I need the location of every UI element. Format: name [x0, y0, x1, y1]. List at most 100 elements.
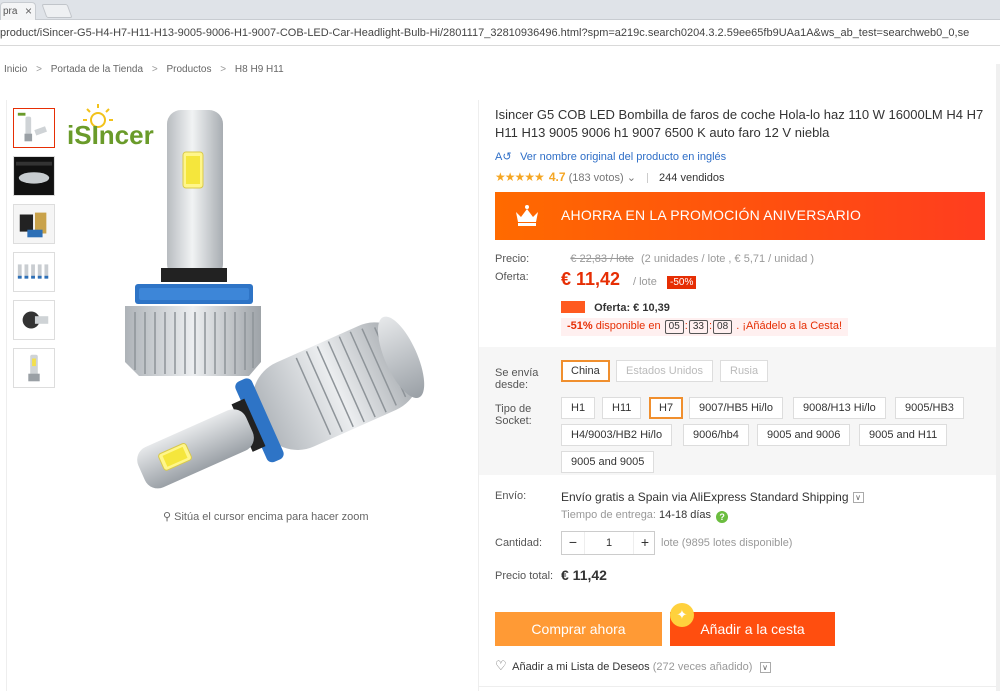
countdown-row: -51% disponible en 05:33:08 . ¡Añádelo a… — [561, 318, 849, 336]
socket-option-9005-h11[interactable]: 9005 and H11 — [859, 424, 948, 446]
socket-option-9005-hb3[interactable]: 9005/HB3 — [895, 397, 964, 419]
discount-badge: -50% — [667, 276, 697, 289]
promo-banner[interactable]: AHORRA EN LA PROMOCIÓN ANIVERSARIO — [495, 192, 985, 240]
offer-unit: / lote — [633, 276, 657, 288]
url-text[interactable]: product/iSincer-G5-H4-H7-H11-H13-9005-90… — [0, 27, 1000, 39]
unit-info: (2 unidades / lote , € 5,71 / unidad ) — [640, 253, 815, 265]
headlight-bulb-image: iSIncer — [67, 104, 425, 489]
chevron-down-icon[interactable]: ∨ — [759, 661, 771, 673]
close-icon[interactable]: × — [25, 4, 32, 18]
socket-option-h1[interactable]: H1 — [561, 397, 596, 419]
browser-tab[interactable]: pra × — [0, 2, 36, 20]
breadcrumb-separator: > — [151, 64, 158, 75]
browser-tabbar: pra × — [0, 0, 1000, 20]
socket-option-9005-9006[interactable]: 9005 and 9006 — [757, 424, 851, 446]
shipping-label: Envío: — [495, 490, 527, 502]
offer-label: Oferta: — [495, 271, 529, 283]
countdown-discount: -51% — [567, 320, 593, 332]
countdown-minutes: 33 — [688, 320, 708, 334]
chevron-down-icon[interactable]: ⌄ — [627, 172, 636, 184]
price-block: Precio: € 22,83 / lote (2 unidades / lot… — [495, 245, 985, 336]
product-info: Isincer G5 COB LED Bombilla de faros de … — [478, 100, 1000, 691]
quantity-minus-button[interactable]: − — [562, 532, 584, 554]
main-product-image[interactable]: iSIncer — [65, 100, 445, 500]
page-top-bar — [0, 46, 1000, 64]
quantity-label: Cantidad: — [495, 537, 543, 549]
socket-option-h4[interactable]: H4/9003/HB2 Hi/lo — [561, 424, 673, 446]
promo-crown-icon — [561, 301, 585, 313]
zoom-hint-text: Sitúa el cursor encima para hacer zoom — [174, 511, 369, 523]
total-label: Precio total: — [495, 570, 554, 582]
delivery-time-value: 14-18 días — [659, 509, 712, 521]
ship-from-option-china[interactable]: China — [561, 360, 610, 382]
rating-value: 4.7 — [548, 170, 566, 184]
thumbnail-6[interactable] — [13, 348, 55, 388]
help-icon[interactable]: ? — [716, 511, 729, 523]
thumbnail-1[interactable] — [13, 108, 55, 148]
list-price-row: Precio: € 22,83 / lote (2 unidades / lot… — [495, 253, 814, 265]
crown-icon — [516, 205, 538, 226]
thumbnail-4[interactable] — [13, 252, 55, 292]
socket-option-9006[interactable]: 9006/hb4 — [683, 424, 749, 446]
brand-logo: iSIncer — [67, 104, 154, 150]
socket-label: Tipo de Socket: — [495, 403, 532, 427]
socket-option-9005-9005[interactable]: 9005 and 9005 — [561, 451, 655, 473]
new-tab-button[interactable] — [41, 4, 73, 18]
delivery-time-label: Tiempo de entrega: — [561, 509, 656, 521]
wishlist-text[interactable]: Añadir a mi Lista de Deseos — [512, 661, 650, 673]
star-badge-icon: ✦ — [670, 603, 694, 627]
wishlist-link[interactable]: ♡ Añadir a mi Lista de Deseos (272 veces… — [495, 658, 771, 674]
sold-count: 244 vendidos — [659, 172, 725, 184]
breadcrumb-item-home[interactable]: Inicio — [4, 64, 27, 75]
breadcrumb-separator: > — [220, 64, 227, 75]
socket-option-h11[interactable]: H11 — [602, 397, 642, 419]
total-price: € 11,42 — [561, 567, 607, 583]
scrollbar[interactable] — [996, 64, 1000, 691]
old-price: € 22,83 / lote — [570, 253, 634, 265]
breadcrumb-separator: > — [36, 64, 42, 75]
breadcrumb-item-current[interactable]: H8 H9 H11 — [235, 64, 284, 75]
price-label: Precio: — [495, 253, 530, 265]
star-rating-icon[interactable]: ★★★★★ — [495, 170, 545, 184]
magnifier-icon: ⚲ — [163, 511, 172, 523]
original-name-link[interactable]: A↺ Ver nombre original del producto en i… — [495, 150, 726, 163]
chevron-down-icon[interactable]: ∨ — [852, 492, 864, 504]
buy-now-button[interactable]: Comprar ahora — [495, 612, 662, 646]
socket-option-h7[interactable]: H7 — [649, 397, 684, 419]
quantity-stepper[interactable]: − 1 + — [561, 531, 655, 555]
shipping-method[interactable]: Envío gratis a Spain via AliExpress Stan… — [561, 490, 864, 504]
countdown-hours: 05 — [664, 320, 684, 334]
breadcrumb-item-store[interactable]: Portada de la Tienda — [51, 64, 143, 75]
zoom-hint: ⚲ Sitúa el cursor encima para hacer zoom — [163, 510, 369, 523]
ship-from-option-usa[interactable]: Estados Unidos — [616, 360, 714, 382]
wishlist-count: (272 veces añadido) — [652, 661, 753, 673]
translate-icon: A↺ — [495, 151, 512, 163]
quantity-available: lote (9895 lotes disponible) — [661, 537, 793, 549]
coupon-offer: Oferta: € 10,39 — [561, 301, 670, 314]
delivery-time: Tiempo de entrega: 14-18 días ? — [561, 509, 729, 523]
product-gallery: iSIncer ⚲ Sitúa el cursor encima para ha… — [6, 100, 476, 691]
thumbnail-3[interactable] — [13, 204, 55, 244]
thumbnail-2[interactable] — [13, 156, 55, 196]
thumbnail-5[interactable] — [13, 300, 55, 340]
quantity-plus-button[interactable]: + — [634, 532, 656, 554]
heart-icon[interactable]: ♡ — [495, 658, 507, 673]
add-to-cart-button[interactable]: Añadir a la cesta — [670, 612, 835, 646]
socket-option-9007[interactable]: 9007/HB5 Hi/lo — [689, 397, 783, 419]
votes-count[interactable]: (183 votos) — [569, 172, 624, 184]
address-bar[interactable]: product/iSincer-G5-H4-H7-H11-H13-9005-90… — [0, 20, 1000, 46]
brand-logo-text: iSIncer — [67, 120, 154, 150]
original-name-text[interactable]: Ver nombre original del producto en ingl… — [520, 151, 726, 163]
countdown-text: disponible en — [595, 320, 661, 332]
socket-option-9008[interactable]: 9008/H13 Hi/lo — [793, 397, 886, 419]
divider — [646, 173, 648, 184]
quantity-input[interactable]: 1 — [584, 532, 634, 554]
promo-text: AHORRA EN LA PROMOCIÓN ANIVERSARIO — [561, 207, 862, 223]
product-options: Se envía desde: China Estados Unidos Rus… — [479, 347, 1000, 475]
ship-from-option-russia[interactable]: Rusia — [720, 360, 769, 382]
breadcrumb-item-products[interactable]: Productos — [166, 64, 211, 75]
offer-price: € 11,42 — [561, 269, 621, 289]
product-title: Isincer G5 COB LED Bombilla de faros de … — [495, 107, 984, 140]
shipping-text[interactable]: Envío gratis a Spain via AliExpress Stan… — [561, 490, 849, 504]
thumbnail-list — [13, 108, 55, 396]
